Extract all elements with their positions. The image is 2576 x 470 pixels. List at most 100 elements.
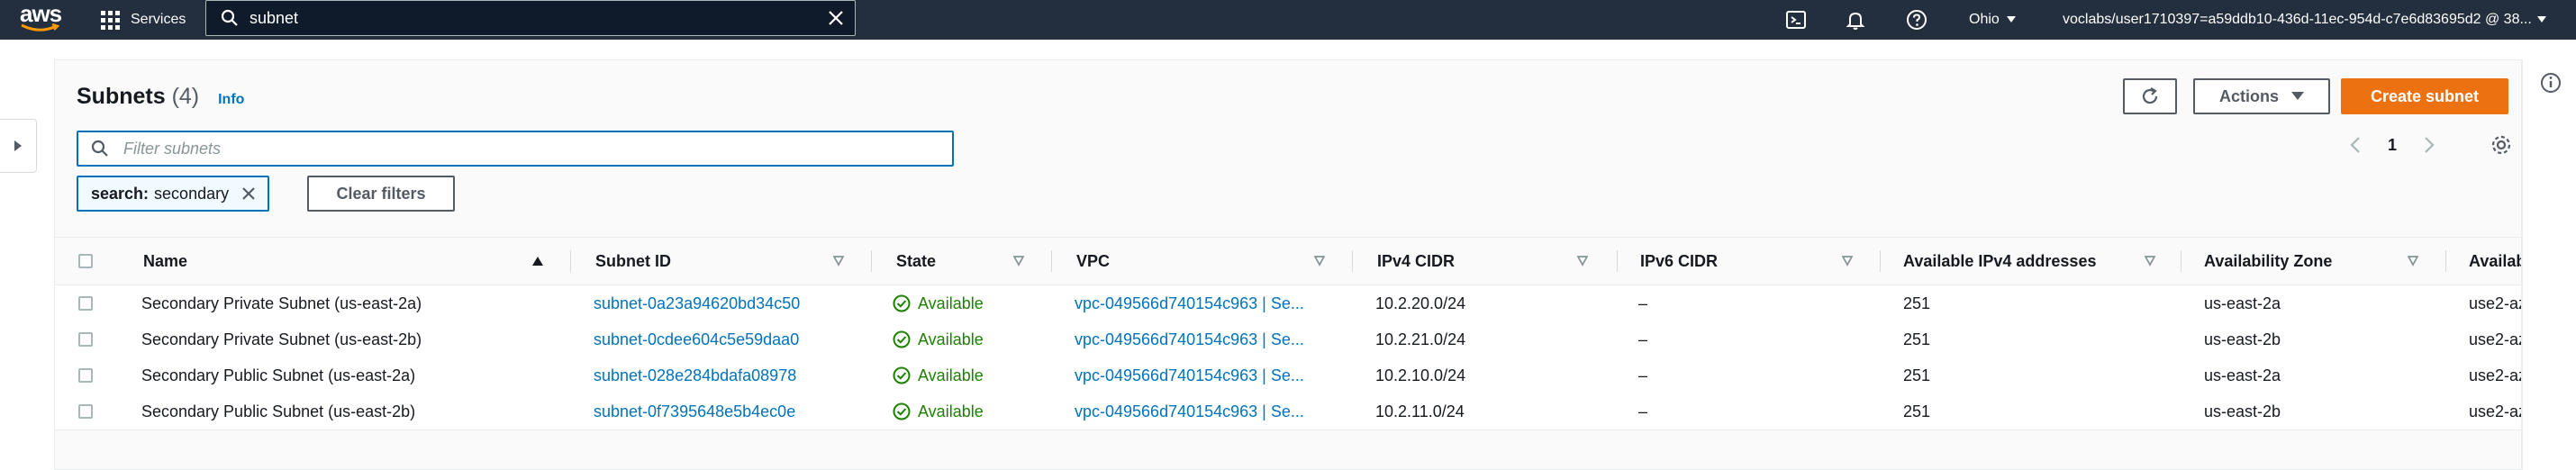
cell-vpc[interactable]: vpc-049566d740154c963 | Se... bbox=[1075, 321, 1327, 357]
actions-button[interactable]: Actions bbox=[2193, 78, 2330, 114]
chevron-left-icon[interactable] bbox=[2350, 136, 2361, 154]
cell-vpc[interactable]: vpc-049566d740154c963 | Se... bbox=[1075, 285, 1327, 321]
pagination: 1 bbox=[2350, 134, 2512, 156]
table-row[interactable]: Secondary Public Subnet (us-east-2a) sub… bbox=[55, 357, 2521, 394]
close-icon[interactable] bbox=[828, 10, 844, 26]
row-checkbox[interactable] bbox=[78, 368, 93, 383]
actions-label: Actions bbox=[2218, 86, 2279, 105]
caret-down-icon bbox=[2536, 16, 2546, 23]
filter-caret-icon[interactable] bbox=[1577, 256, 1588, 267]
aws-logo[interactable]: aws bbox=[20, 2, 63, 38]
info-link[interactable]: Info bbox=[218, 92, 244, 107]
cell-ipv6-cidr: – bbox=[1638, 402, 1648, 420]
account-label: voclabs/user1710397=a59ddb10-436d-11ec-9… bbox=[2063, 12, 2532, 27]
region-label: Ohio bbox=[1969, 12, 2000, 27]
cell-vpc[interactable]: vpc-049566d740154c963 | Se... bbox=[1075, 393, 1327, 429]
column-header-name[interactable]: Name bbox=[143, 238, 187, 285]
clear-filters-button[interactable]: Clear filters bbox=[307, 176, 455, 212]
column-header-ipv6-cidr[interactable]: IPv6 CIDR bbox=[1640, 238, 1718, 285]
subnet-count: (4) bbox=[171, 84, 200, 109]
column-header-available-ipv4[interactable]: Available IPv4 addresses bbox=[1903, 238, 2096, 285]
top-navigation: aws Services subnet Ohio voclabs/user171… bbox=[0, 0, 2576, 40]
filter-caret-icon[interactable] bbox=[833, 256, 844, 267]
cell-available-ipv4: 251 bbox=[1903, 330, 1931, 348]
caret-down-icon bbox=[2006, 16, 2016, 23]
filter-caret-icon[interactable] bbox=[1842, 256, 1853, 267]
column-separator bbox=[1880, 250, 1881, 272]
table-row[interactable]: Secondary Private Subnet (us-east-2a) su… bbox=[55, 285, 2521, 322]
chevron-right-icon[interactable] bbox=[2424, 136, 2435, 154]
table-row[interactable]: Secondary Public Subnet (us-east-2b) sub… bbox=[55, 393, 2521, 430]
settings-icon[interactable] bbox=[2490, 134, 2512, 156]
cell-availability-zone-id: use2-az1 bbox=[2469, 366, 2521, 384]
cell-availability-zone-id: use2-az2 bbox=[2469, 402, 2521, 420]
filter-subnets-input[interactable] bbox=[122, 138, 936, 159]
cell-name: Secondary Private Subnet (us-east-2b) bbox=[141, 330, 422, 348]
services-menu[interactable]: Services bbox=[101, 7, 186, 32]
global-search-input[interactable]: subnet bbox=[205, 0, 856, 36]
sort-up-icon[interactable] bbox=[532, 256, 543, 267]
region-selector[interactable]: Ohio bbox=[1969, 0, 2016, 40]
info-circle-icon[interactable] bbox=[2540, 72, 2562, 94]
create-subnet-button[interactable]: Create subnet bbox=[2341, 78, 2508, 114]
column-header-availability-zone-id[interactable]: Availab bbox=[2469, 238, 2521, 285]
row-checkbox[interactable] bbox=[78, 296, 93, 311]
column-header-vpc[interactable]: VPC bbox=[1076, 238, 1110, 285]
column-separator bbox=[570, 250, 571, 272]
page-title-text: Subnets bbox=[77, 84, 166, 109]
bell-icon[interactable] bbox=[1845, 9, 1866, 31]
cell-availability-zone: us-east-2a bbox=[2204, 366, 2281, 384]
cell-subnet-id[interactable]: subnet-0cdee604c5e59daa0 bbox=[594, 321, 799, 357]
global-search-value: subnet bbox=[249, 8, 299, 27]
row-checkbox[interactable] bbox=[78, 404, 93, 419]
help-icon[interactable] bbox=[1906, 9, 1927, 31]
subnets-panel: Subnets (4) Info Actions Create subnet 1… bbox=[54, 59, 2522, 470]
clear-filters-label: Clear filters bbox=[336, 184, 426, 203]
cell-subnet-id[interactable]: subnet-0a23a94620bd34c50 bbox=[594, 285, 800, 321]
cell-subnet-id[interactable]: subnet-028e284bdafa08978 bbox=[594, 357, 796, 393]
row-checkbox[interactable] bbox=[78, 332, 93, 347]
page-number[interactable]: 1 bbox=[2388, 136, 2397, 155]
cell-available-ipv4: 251 bbox=[1903, 402, 1931, 420]
filter-subnets-field[interactable] bbox=[77, 131, 954, 167]
cell-availability-zone-id: use2-az1 bbox=[2469, 294, 2521, 312]
cell-name: Secondary Private Subnet (us-east-2a) bbox=[141, 294, 422, 312]
cell-ipv4-cidr: 10.2.21.0/24 bbox=[1375, 330, 1466, 348]
column-header-ipv4-cidr[interactable]: IPv4 CIDR bbox=[1377, 238, 1455, 285]
cell-name: Secondary Public Subnet (us-east-2a) bbox=[141, 366, 416, 384]
pane-divider bbox=[2522, 59, 2523, 470]
column-header-availability-zone[interactable]: Availability Zone bbox=[2204, 238, 2332, 285]
refresh-icon bbox=[2142, 87, 2158, 104]
column-separator bbox=[1051, 250, 1052, 272]
filter-caret-icon[interactable] bbox=[2408, 256, 2418, 267]
services-label: Services bbox=[131, 12, 186, 27]
column-separator bbox=[1617, 250, 1618, 272]
side-nav-toggle[interactable] bbox=[0, 119, 37, 173]
account-menu[interactable]: voclabs/user1710397=a59ddb10-436d-11ec-9… bbox=[2063, 0, 2572, 40]
cell-state-label: Available bbox=[918, 330, 984, 348]
column-header-state[interactable]: State bbox=[896, 238, 936, 285]
aws-logo-text: aws bbox=[20, 0, 62, 27]
close-icon[interactable] bbox=[241, 186, 256, 201]
cell-vpc[interactable]: vpc-049566d740154c963 | Se... bbox=[1075, 357, 1327, 393]
cell-ipv6-cidr: – bbox=[1638, 366, 1648, 384]
filter-caret-icon[interactable] bbox=[2145, 256, 2155, 267]
cloudshell-icon[interactable] bbox=[1785, 9, 1807, 31]
grid-icon bbox=[101, 10, 120, 30]
aws-smile-icon bbox=[21, 23, 59, 32]
cell-state: Available bbox=[893, 285, 984, 321]
cell-ipv4-cidr: 10.2.11.0/24 bbox=[1375, 402, 1465, 420]
cell-ipv4-cidr: 10.2.10.0/24 bbox=[1375, 366, 1466, 384]
cell-subnet-id[interactable]: subnet-0f7395648e5b4ec0e bbox=[594, 393, 795, 429]
create-subnet-label: Create subnet bbox=[2370, 86, 2480, 105]
cell-availability-zone: us-east-2b bbox=[2204, 330, 2281, 348]
table-row[interactable]: Secondary Private Subnet (us-east-2b) su… bbox=[55, 321, 2521, 358]
refresh-button[interactable] bbox=[2123, 78, 2177, 114]
cell-state-label: Available bbox=[918, 366, 984, 384]
select-all-checkbox[interactable] bbox=[78, 254, 93, 268]
filter-caret-icon[interactable] bbox=[1314, 256, 1325, 267]
cell-available-ipv4: 251 bbox=[1903, 366, 1931, 384]
column-header-subnet-id[interactable]: Subnet ID bbox=[595, 238, 671, 285]
cell-ipv6-cidr: – bbox=[1638, 330, 1648, 348]
filter-caret-icon[interactable] bbox=[1013, 256, 1024, 267]
